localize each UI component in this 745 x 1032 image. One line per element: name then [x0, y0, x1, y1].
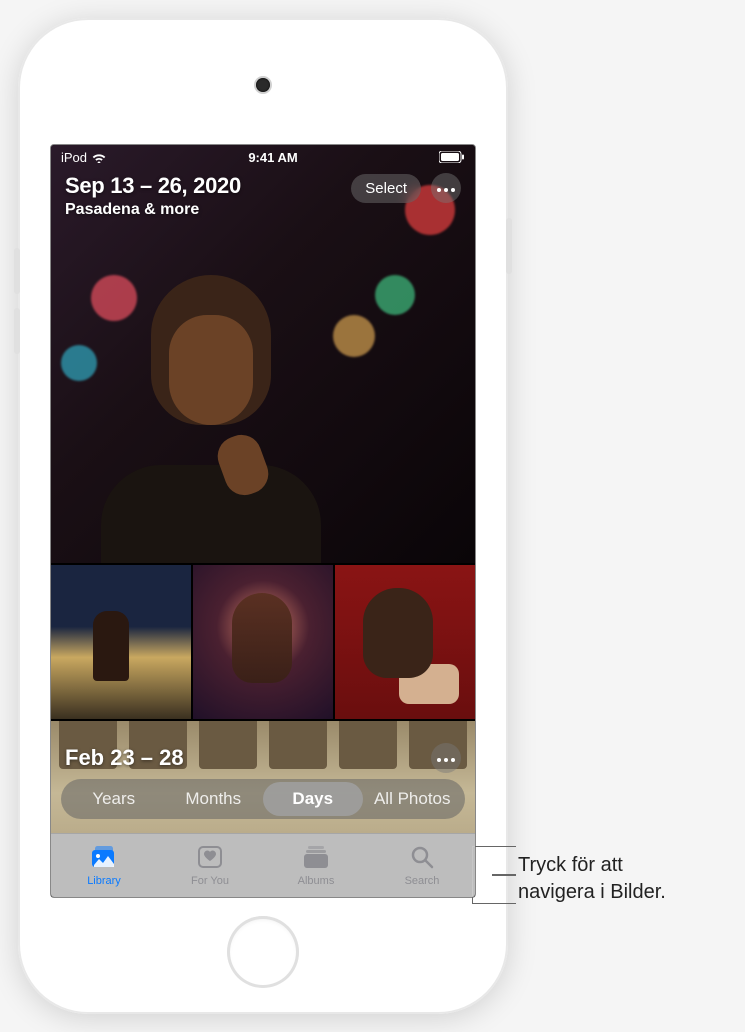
for-you-icon: [196, 844, 224, 873]
view-years[interactable]: Years: [64, 782, 164, 816]
tab-label: Search: [405, 875, 440, 887]
home-button[interactable]: [227, 916, 299, 988]
battery-icon: [439, 151, 465, 163]
front-camera: [256, 78, 270, 92]
photo-thumbnail[interactable]: [335, 565, 475, 719]
select-button[interactable]: Select: [351, 174, 421, 203]
view-switcher: Years Months Days All Photos: [61, 779, 465, 819]
tab-label: Library: [87, 875, 121, 887]
view-days[interactable]: Days: [263, 782, 363, 816]
callout-line-2: navigera i Bilder.: [518, 881, 666, 903]
view-months[interactable]: Months: [164, 782, 264, 816]
day-card-hero[interactable]: Sep 13 – 26, 2020 Pasadena & more Select: [51, 145, 475, 563]
tab-label: Albums: [298, 875, 335, 887]
photos-stack-icon: [90, 844, 118, 873]
device-bottom-bezel: [26, 898, 500, 1006]
device-bezel: iPod 9:41 AM: [26, 26, 500, 1006]
section-date-range: Feb 23 – 28: [65, 745, 184, 771]
ipod-device-frame: iPod 9:41 AM: [18, 18, 508, 1014]
status-time: 9:41 AM: [248, 150, 297, 165]
tab-label: For You: [191, 875, 229, 887]
ellipsis-icon: [437, 179, 455, 197]
callout-connector: [492, 874, 516, 876]
wifi-icon: [91, 151, 107, 163]
device-screen: iPod 9:41 AM: [50, 144, 476, 898]
tab-for-you[interactable]: For You: [157, 834, 263, 897]
status-bar: iPod 9:41 AM: [51, 145, 475, 169]
albums-icon: [302, 844, 330, 873]
view-all-photos[interactable]: All Photos: [363, 782, 463, 816]
tab-bar: Library For You Albums: [51, 833, 475, 897]
photo-thumbnail[interactable]: [51, 565, 191, 719]
power-button[interactable]: [506, 218, 512, 274]
hero-location: Pasadena & more: [65, 201, 241, 219]
tab-library[interactable]: Library: [51, 834, 157, 897]
ellipsis-icon: [437, 749, 455, 767]
volume-up-button[interactable]: [14, 248, 20, 294]
search-icon: [408, 844, 436, 873]
hero-date-range: Sep 13 – 26, 2020: [65, 173, 241, 199]
callout-line-1: Tryck för att: [518, 854, 623, 876]
photo-thumbnail[interactable]: [193, 565, 333, 719]
day-card-secondary[interactable]: Feb 23 – 28 Years Months Days All Photos: [51, 721, 475, 833]
device-top-bezel: [26, 26, 500, 144]
more-button[interactable]: [431, 743, 461, 773]
photos-library-content[interactable]: Sep 13 – 26, 2020 Pasadena & more Select: [51, 145, 475, 833]
tab-albums[interactable]: Albums: [263, 834, 369, 897]
tab-search[interactable]: Search: [369, 834, 475, 897]
more-button[interactable]: [431, 173, 461, 203]
hero-photo-subject: [121, 265, 321, 563]
thumbnail-row: [51, 565, 475, 719]
callout-text: Tryck för att navigera i Bilder.: [518, 852, 666, 906]
volume-down-button[interactable]: [14, 308, 20, 354]
carrier-label: iPod: [61, 150, 87, 165]
